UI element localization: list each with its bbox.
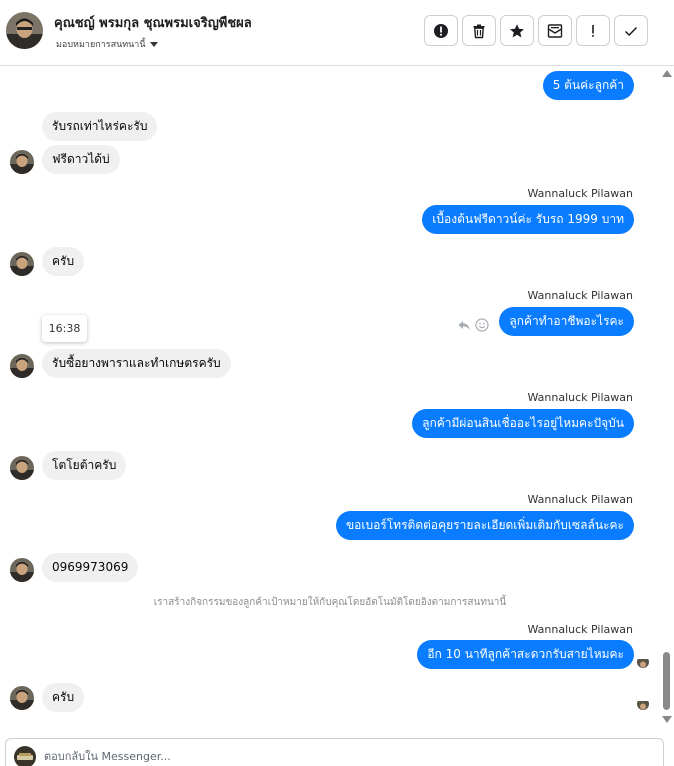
exclamation-circle-icon bbox=[434, 23, 448, 38]
reply-icon[interactable] bbox=[457, 318, 471, 332]
outgoing-message[interactable]: 5 ต้นค่ะลูกค้า bbox=[542, 71, 634, 100]
report-button[interactable] bbox=[424, 15, 458, 46]
scrollbar[interactable] bbox=[661, 67, 674, 727]
contact-avatar-small bbox=[10, 252, 34, 276]
envelope-icon bbox=[547, 23, 563, 38]
done-button[interactable] bbox=[614, 15, 648, 46]
contact-avatar-small bbox=[10, 150, 34, 174]
scrollbar-thumb[interactable] bbox=[663, 652, 670, 710]
sender-name: Wannaluck Pilawan bbox=[527, 623, 634, 636]
outgoing-message[interactable]: ลูกค้าทำอาชีพอะไรคะ bbox=[499, 307, 634, 336]
sender-name: Wannaluck Pilawan bbox=[527, 391, 634, 404]
star-button[interactable] bbox=[500, 15, 534, 46]
assign-conversation-dropdown[interactable]: มอบหมายการสนทนานี้ bbox=[56, 37, 158, 51]
contact-avatar-small bbox=[10, 354, 34, 378]
assign-label: มอบหมายการสนทนานี้ bbox=[56, 40, 146, 50]
seen-receipt-avatar bbox=[637, 656, 649, 668]
emoji-react-icon[interactable] bbox=[475, 318, 489, 332]
sender-name: Wannaluck Pilawan bbox=[527, 289, 634, 302]
contact-avatar-small bbox=[10, 686, 34, 710]
scroll-down-arrow-icon[interactable] bbox=[662, 716, 672, 723]
message-actions bbox=[457, 318, 489, 332]
message-timestamp-tooltip: 16:38 bbox=[42, 315, 87, 342]
mark-unread-button[interactable] bbox=[538, 15, 572, 46]
outgoing-message[interactable]: อีก 10 นาทีลูกค้าสะดวกรับสายไหมคะ bbox=[417, 640, 634, 669]
contact-name[interactable]: คุณชญ์ พรมกุล ชุณพรมเจริญพืชผล bbox=[54, 12, 252, 33]
incoming-message[interactable]: รับรถเท่าไหร่คะรับ bbox=[42, 112, 158, 141]
scroll-up-arrow-icon[interactable] bbox=[662, 70, 672, 77]
incoming-message[interactable]: โตโยต้าครับ bbox=[42, 451, 127, 480]
caret-down-icon bbox=[149, 41, 158, 47]
message-list[interactable]: 5 ต้นค่ะลูกค้า รับรถเท่าไหร่คะรับ ฟรีดาว… bbox=[0, 67, 660, 735]
contact-avatar[interactable] bbox=[6, 12, 43, 49]
incoming-message[interactable]: ฟรีดาวได้บ่ bbox=[42, 145, 120, 174]
conversation-header: คุณชญ์ พรมกุล ชุณพรมเจริญพืชผล มอบหมายกา… bbox=[0, 0, 674, 66]
outgoing-message[interactable]: ขอเบอร์โทรติดต่อคุยรายละเอียดเพิ่มเติมกั… bbox=[335, 511, 634, 540]
incoming-message[interactable]: รับซื้อยางพาราและทำเกษตรครับ bbox=[42, 349, 231, 378]
sender-name: Wannaluck Pilawan bbox=[527, 493, 634, 506]
outgoing-message[interactable]: ลูกค้ามีผ่อนสินเชื่ออะไรอยู่ไหมคะปัจุบัน bbox=[412, 409, 634, 438]
incoming-message[interactable]: ครับ bbox=[42, 683, 85, 712]
reply-input[interactable] bbox=[44, 747, 644, 765]
system-notice: เราสร้างกิจกรรมของลูกค้าเป้าหมายให้กับคุ… bbox=[153, 597, 507, 608]
check-icon bbox=[624, 26, 638, 36]
important-button[interactable] bbox=[576, 15, 610, 46]
contact-avatar-small bbox=[10, 456, 34, 480]
page-avatar bbox=[14, 746, 36, 766]
contact-avatar-small bbox=[10, 558, 34, 582]
sender-name: Wannaluck Pilawan bbox=[527, 187, 634, 200]
seen-receipt-avatar bbox=[637, 698, 649, 710]
delete-button[interactable] bbox=[462, 15, 496, 46]
trash-icon bbox=[473, 24, 485, 38]
incoming-message[interactable]: 0969973069 bbox=[42, 553, 139, 582]
outgoing-message[interactable]: เบื้องต้นฟรีดาวน์ค่ะ รับรถ 1999 บาท bbox=[422, 205, 634, 234]
star-icon bbox=[510, 23, 524, 37]
reply-composer[interactable] bbox=[5, 738, 664, 766]
incoming-message[interactable]: ครับ bbox=[42, 247, 85, 276]
exclamation-icon bbox=[592, 24, 594, 37]
